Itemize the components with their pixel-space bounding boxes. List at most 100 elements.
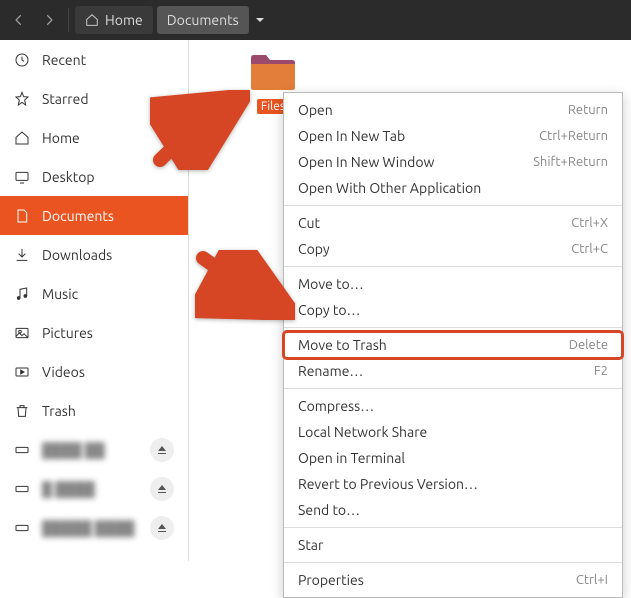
chevron-right-icon: [42, 13, 56, 27]
context-menu-label: Open In New Tab: [298, 128, 405, 144]
context-menu-label: Local Network Share: [298, 424, 427, 440]
sidebar-item-desktop[interactable]: Desktop: [0, 157, 188, 196]
context-menu-shortcut: Return: [568, 103, 608, 117]
context-menu-shortcut: Ctrl+C: [571, 242, 608, 256]
sidebar-item-label: Desktop: [42, 169, 95, 185]
context-menu-item[interactable]: Open In New Tab Ctrl+Return: [284, 123, 622, 149]
context-menu-separator: [284, 205, 622, 206]
eject-button[interactable]: [150, 516, 174, 540]
context-menu-shortcut: Ctrl+I: [576, 573, 608, 587]
eject-icon: [157, 523, 167, 533]
context-menu-label: Open With Other Application: [298, 180, 481, 196]
home-icon: [14, 130, 30, 146]
documents-icon: [14, 208, 30, 224]
sidebar-item-label: ████ ██: [42, 442, 105, 458]
context-menu-item[interactable]: Star: [284, 532, 622, 558]
context-menu-separator: [284, 327, 622, 328]
context-menu-separator: [284, 527, 622, 528]
breadcrumb-current-label: Documents: [167, 12, 239, 28]
sidebar-item-label: Trash: [42, 403, 76, 419]
sidebar-item-label: █████ ████: [42, 520, 134, 536]
eject-button[interactable]: [150, 477, 174, 501]
drive-icon: [14, 520, 30, 536]
context-menu-label: Rename…: [298, 363, 363, 379]
sidebar-item-label: Videos: [42, 364, 85, 380]
context-menu-separator: [284, 562, 622, 563]
sidebar-item-documents[interactable]: Documents: [0, 196, 188, 235]
breadcrumb-home-label: Home: [105, 12, 143, 28]
titlebar-divider: [68, 8, 69, 32]
sidebar-item-label: Pictures: [42, 325, 93, 341]
sidebar-item-label: Starred: [42, 91, 89, 107]
context-menu-item[interactable]: Move to Trash Delete: [284, 332, 622, 358]
download-icon: [14, 247, 30, 263]
sidebar-item-label: Documents: [42, 208, 114, 224]
context-menu-label: Move to Trash: [298, 337, 387, 353]
clock-icon: [14, 52, 30, 68]
sidebar-item-videos[interactable]: Videos: [0, 352, 188, 391]
context-menu-item[interactable]: Open Return: [284, 97, 622, 123]
context-menu-item[interactable]: Compress…: [284, 393, 622, 419]
pictures-icon: [14, 325, 30, 341]
context-menu-item[interactable]: Cut Ctrl+X: [284, 210, 622, 236]
context-menu: OpenReturnOpen In New TabCtrl+ReturnOpen…: [283, 92, 623, 598]
breadcrumb-current[interactable]: Documents: [157, 6, 249, 34]
eject-icon: [157, 445, 167, 455]
context-menu-separator: [284, 388, 622, 389]
sidebar-item-home[interactable]: Home: [0, 118, 188, 157]
breadcrumb-dropdown[interactable]: [255, 11, 265, 29]
sidebar-item-recent[interactable]: Recent: [0, 40, 188, 79]
context-menu-label: Copy to…: [298, 302, 360, 318]
drive-icon: [14, 481, 30, 497]
context-menu-label: Move to…: [298, 276, 364, 292]
context-menu-item[interactable]: Move to…: [284, 271, 622, 297]
drive-icon: [14, 442, 30, 458]
context-menu-label: Cut: [298, 215, 320, 231]
context-menu-shortcut: Ctrl+Return: [539, 129, 608, 143]
context-menu-label: Send to…: [298, 502, 360, 518]
nav-back-button[interactable]: [6, 7, 32, 33]
sidebar-item-pictures[interactable]: Pictures: [0, 313, 188, 352]
context-menu-item[interactable]: Revert to Previous Version…: [284, 471, 622, 497]
sidebar-item-starred[interactable]: Starred: [0, 79, 188, 118]
context-menu-shortcut: Delete: [569, 338, 608, 352]
context-menu-item[interactable]: Local Network Share: [284, 419, 622, 445]
sidebar-item-drive[interactable]: ████ ██: [0, 430, 188, 469]
eject-button[interactable]: [150, 438, 174, 462]
music-icon: [14, 286, 30, 302]
sidebar-item-label: Recent: [42, 52, 86, 68]
sidebar-item-label: Downloads: [42, 247, 112, 263]
context-menu-item[interactable]: Open With Other Application: [284, 175, 622, 201]
home-icon: [85, 13, 99, 27]
sidebar-item-label: █ ████: [42, 481, 95, 497]
eject-icon: [157, 484, 167, 494]
context-menu-item[interactable]: Copy to…: [284, 297, 622, 323]
context-menu-item[interactable]: Open In New WindowShift+Return: [284, 149, 622, 175]
star-icon: [14, 91, 30, 107]
context-menu-item[interactable]: Open in Terminal: [284, 445, 622, 471]
desktop-icon: [14, 169, 30, 185]
sidebar-item-drive[interactable]: █████ ████: [0, 508, 188, 547]
context-menu-shortcut: Ctrl+X: [571, 216, 608, 230]
sidebar-item-downloads[interactable]: Downloads: [0, 235, 188, 274]
sidebar-item-music[interactable]: Music: [0, 274, 188, 313]
context-menu-item[interactable]: Rename… F2: [284, 358, 622, 384]
context-menu-label: Star: [298, 537, 323, 553]
folder-icon: [249, 50, 297, 92]
trash-icon: [14, 403, 30, 419]
context-menu-item[interactable]: Send to…: [284, 497, 622, 523]
context-menu-label: Open In New Window: [298, 154, 434, 170]
context-menu-label: Open: [298, 102, 333, 118]
sidebar: Recent Starred Home Desktop Documents Do…: [0, 40, 189, 561]
chevron-left-icon: [12, 13, 26, 27]
context-menu-item[interactable]: CopyCtrl+C: [284, 236, 622, 262]
context-menu-separator: [284, 266, 622, 267]
sidebar-item-trash[interactable]: Trash: [0, 391, 188, 430]
context-menu-shortcut: F2: [594, 364, 608, 378]
breadcrumb-home[interactable]: Home: [75, 6, 153, 34]
sidebar-item-label: Music: [42, 286, 78, 302]
nav-forward-button[interactable]: [36, 7, 62, 33]
context-menu-item[interactable]: PropertiesCtrl+I: [284, 567, 622, 593]
sidebar-item-drive[interactable]: █ ████: [0, 469, 188, 508]
caret-down-icon: [255, 15, 265, 25]
